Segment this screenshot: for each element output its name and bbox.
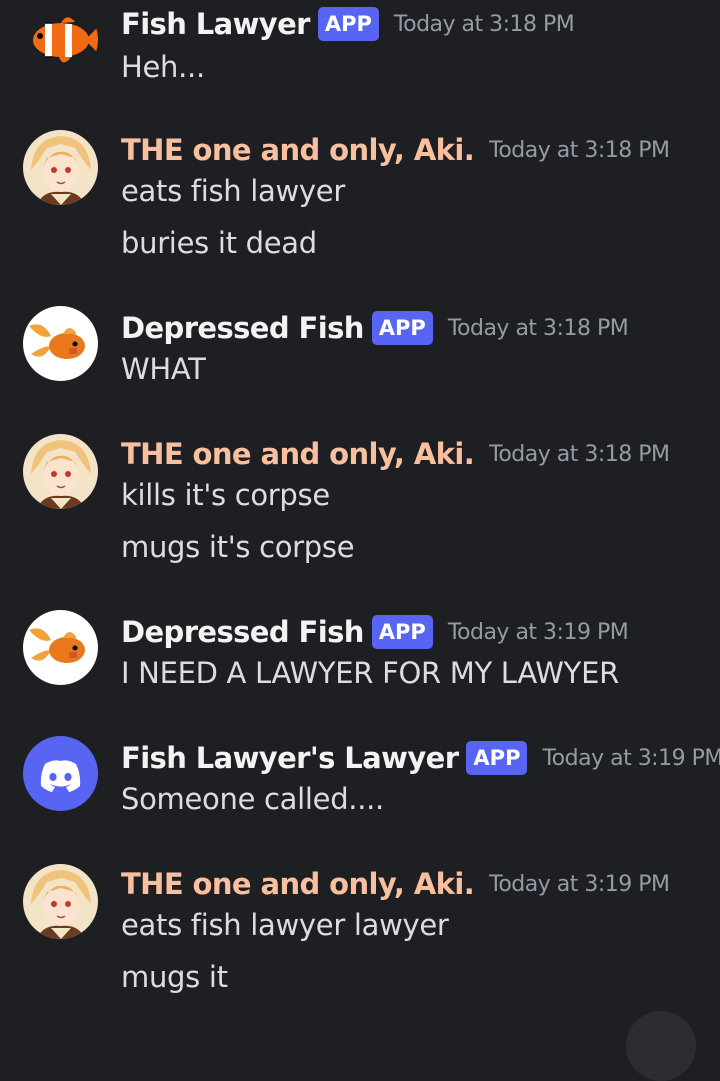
timestamp[interactable]: Today at 3:18 PM [489,442,670,467]
message-header: Depressed Fish APP Today at 3:19 PM [121,612,629,652]
username[interactable]: Depressed Fish [121,311,364,345]
message-text: buries it dead [121,226,317,260]
message-header: Fish Lawyer's Lawyer APP Today at 3:19 P… [121,738,720,778]
username[interactable]: THE one and only, Aki. [121,867,475,901]
message-depressed-fish: Depressed Fish APP Today at 3:19 PM I NE… [0,610,720,702]
username[interactable]: Fish Lawyer's Lawyer [121,741,459,775]
goldfish-icon [23,610,98,685]
avatar[interactable] [23,610,98,685]
username[interactable]: Fish Lawyer [121,7,310,41]
clownfish-icon [23,2,98,77]
message-fish-lawyers-lawyer: Fish Lawyer's Lawyer APP Today at 3:19 P… [0,736,720,828]
app-badge: APP [371,311,433,345]
message-text: Someone called.... [121,782,384,816]
message-header: THE one and only, Aki. Today at 3:18 PM [121,434,670,474]
username[interactable]: THE one and only, Aki. [121,437,475,471]
message-aki: THE one and only, Aki. Today at 3:18 PM … [0,130,720,270]
app-badge: APP [317,7,379,41]
timestamp[interactable]: Today at 3:19 PM [448,620,629,645]
timestamp[interactable]: Today at 3:19 PM [542,746,720,771]
message-header: THE one and only, Aki. Today at 3:18 PM [121,130,670,170]
message-text: kills it's corpse [121,478,330,512]
message-text: Heh... [121,50,205,84]
message-aki: THE one and only, Aki. Today at 3:19 PM … [0,864,720,1004]
scroll-to-bottom-button[interactable] [626,1011,696,1081]
app-badge: APP [371,615,433,649]
message-text: eats fish lawyer lawyer [121,908,449,942]
message-depressed-fish: Depressed Fish APP Today at 3:18 PM WHAT [0,306,720,398]
avatar[interactable] [23,130,98,205]
message-fish-lawyer: Fish Lawyer APP Today at 3:18 PM Heh... [0,2,720,104]
goldfish-icon [23,306,98,381]
message-header: THE one and only, Aki. Today at 3:19 PM [121,864,670,904]
message-text: WHAT [121,352,206,386]
message-header: Depressed Fish APP Today at 3:18 PM [121,308,629,348]
anime-character-icon [23,434,98,509]
username[interactable]: Depressed Fish [121,615,364,649]
message-text: mugs it [121,960,228,994]
message-text: I NEED A LAWYER FOR MY LAWYER [121,656,619,690]
timestamp[interactable]: Today at 3:18 PM [394,12,575,37]
anime-character-icon [23,864,98,939]
message-header: Fish Lawyer APP Today at 3:18 PM [121,4,575,44]
timestamp[interactable]: Today at 3:18 PM [448,316,629,341]
message-text: eats fish lawyer [121,174,345,208]
username[interactable]: THE one and only, Aki. [121,133,475,167]
avatar[interactable] [23,306,98,381]
avatar[interactable] [23,864,98,939]
timestamp[interactable]: Today at 3:19 PM [489,872,670,897]
message-aki: THE one and only, Aki. Today at 3:18 PM … [0,434,720,574]
avatar[interactable] [23,2,98,77]
message-text: mugs it's corpse [121,530,355,564]
avatar[interactable] [23,434,98,509]
app-badge: APP [466,741,528,775]
discord-logo-icon [23,736,98,811]
anime-character-icon [23,130,98,205]
avatar[interactable] [23,736,98,811]
timestamp[interactable]: Today at 3:18 PM [489,138,670,163]
